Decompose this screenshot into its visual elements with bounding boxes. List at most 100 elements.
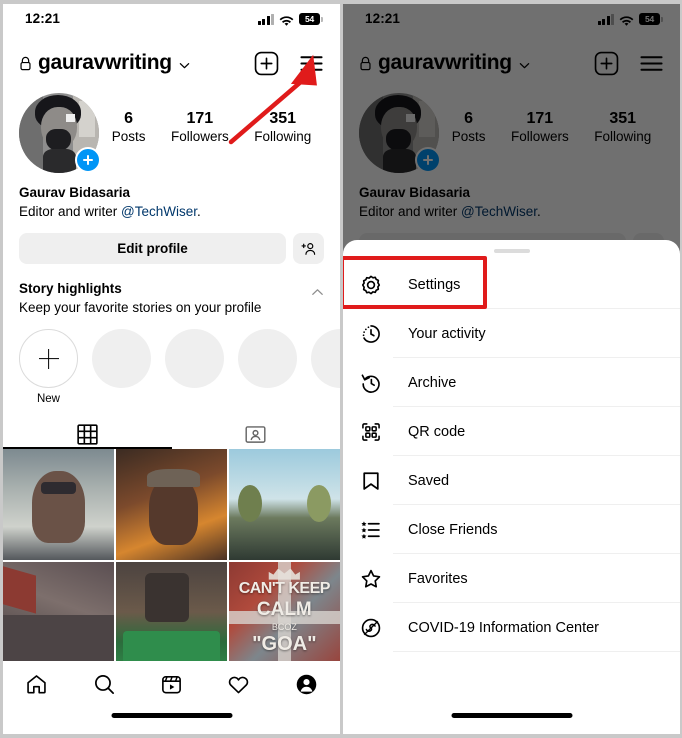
tab-grid[interactable] — [3, 419, 172, 449]
menu-item-qr-code[interactable]: QR code — [343, 407, 680, 456]
highlight-placeholder[interactable] — [92, 329, 151, 405]
activity-tab[interactable] — [227, 673, 250, 701]
profile-username[interactable]: gauravwriting — [38, 51, 172, 75]
chevron-up-icon[interactable] — [311, 286, 324, 299]
menu-item-label: Archive — [408, 374, 457, 391]
star-icon — [359, 567, 382, 590]
stat-followers[interactable]: 171 Followers — [171, 109, 229, 146]
stat-label: Following — [254, 129, 312, 144]
archive-clock-back-icon — [359, 371, 382, 394]
add-highlight-circle — [19, 329, 78, 388]
wifi-icon — [279, 14, 294, 26]
lock-icon — [19, 56, 32, 71]
cellular-signal-icon — [257, 13, 274, 25]
grid-photo[interactable]: CAN'T KEEP CALM BCOZ "GOA" — [228, 561, 340, 674]
bookmark-icon — [359, 469, 382, 492]
plus-circle-badge[interactable] — [75, 147, 101, 173]
profile-header: gauravwriting — [3, 41, 340, 85]
profile-icon — [296, 674, 317, 695]
stat-label: Posts — [111, 129, 146, 144]
bio-suffix: . — [197, 204, 201, 219]
menu-item-favorites[interactable]: Favorites — [343, 554, 680, 603]
menu-item-your-activity[interactable]: Your activity — [343, 309, 680, 358]
status-bar-indicators: 54 — [257, 13, 323, 26]
edit-profile-button[interactable]: Edit profile — [19, 233, 286, 264]
phone-screen-menu: 12:21 54 gauravwriting — [343, 4, 680, 734]
reels-icon — [162, 676, 181, 694]
menu-item-label: Close Friends — [408, 521, 498, 538]
close-friends-list-icon — [359, 518, 382, 541]
reels-tab[interactable] — [160, 673, 183, 701]
menu-item-label: Saved — [408, 472, 450, 489]
grid-photo[interactable] — [228, 449, 340, 561]
story-highlights-row: New — [3, 317, 340, 405]
photo-overlay-text: CAN'T KEEP CALM BCOZ "GOA" — [229, 562, 340, 673]
menu-item-close-friends[interactable]: Close Friends — [343, 505, 680, 554]
avatar[interactable] — [19, 93, 101, 173]
bio-mention-link[interactable]: @TechWiser — [121, 204, 197, 219]
stat-label: Followers — [170, 129, 229, 144]
search-tab[interactable] — [93, 673, 116, 701]
profile-tab[interactable] — [295, 673, 318, 701]
tagged-person-icon — [245, 425, 266, 443]
grid-icon — [77, 423, 98, 445]
add-person-icon — [300, 242, 315, 255]
profile-bio-text: Editor and writer @TechWiser. — [19, 202, 324, 221]
stat-posts[interactable]: 6 Posts — [112, 109, 146, 146]
battery-icon: 54 — [299, 13, 323, 25]
settings-gear-icon — [359, 273, 382, 296]
menu-item-archive[interactable]: Archive — [343, 358, 680, 407]
grid-photo[interactable] — [115, 561, 228, 674]
stat-value: 171 — [186, 110, 214, 127]
grid-photo[interactable] — [3, 561, 115, 674]
story-highlights-header: Story highlights Keep your favorite stor… — [3, 264, 340, 317]
bottom-navigation — [3, 661, 340, 734]
poster-line-1: CAN'T KEEP — [238, 580, 331, 598]
menu-item-covid-info[interactable]: COVID-19 Information Center — [343, 603, 680, 652]
status-bar: 12:21 54 — [3, 4, 340, 34]
highlight-placeholder[interactable] — [165, 329, 224, 405]
covid-info-icon — [359, 616, 382, 639]
profile-bio: Gaurav Bidasaria Editor and writer @Tech… — [3, 173, 340, 221]
menu-item-saved[interactable]: Saved — [343, 456, 680, 505]
highlight-new[interactable]: New — [19, 329, 78, 405]
grid-photo[interactable] — [3, 449, 115, 561]
clock-activity-icon — [359, 322, 382, 345]
plus-square-icon[interactable] — [254, 51, 279, 76]
screenshot-stage: 12:21 54 gauravwriting 6 Posts 171 Follo… — [0, 0, 682, 738]
battery-level-text: 54 — [299, 13, 320, 25]
photo-grid: CAN'T KEEP CALM BCOZ "GOA" — [3, 449, 340, 674]
status-bar-clock: 12:21 — [25, 11, 61, 26]
bio-prefix: Editor and writer — [19, 204, 122, 219]
menu-list: Settings Your activity Archive QR code S… — [343, 256, 680, 652]
drag-handle[interactable] — [493, 249, 530, 253]
menu-item-label: Favorites — [408, 570, 468, 587]
profile-full-name: Gaurav Bidasaria — [19, 185, 131, 200]
highlight-placeholder[interactable] — [238, 329, 297, 405]
phone-screen-profile: 12:21 54 gauravwriting 6 Posts 171 Follo… — [3, 4, 340, 734]
menu-item-label: Your activity — [408, 325, 486, 342]
tab-tagged[interactable] — [172, 419, 341, 449]
menu-item-settings[interactable]: Settings — [343, 256, 680, 309]
home-icon — [27, 675, 46, 694]
profile-tabs — [3, 419, 340, 449]
home-tab[interactable] — [25, 673, 48, 701]
grid-photo[interactable] — [115, 449, 228, 561]
poster-line-3: BCOZ — [271, 622, 297, 633]
hamburger-menu-icon[interactable] — [299, 51, 324, 76]
stat-following[interactable]: 351 Following — [254, 109, 311, 146]
menu-divider — [393, 651, 680, 652]
stat-value: 351 — [269, 110, 297, 127]
stats-counts: 6 Posts 171 Followers 351 Following — [99, 93, 324, 146]
chevron-down-icon[interactable] — [179, 58, 190, 69]
add-person-button[interactable] — [293, 233, 324, 264]
heart-icon — [229, 676, 249, 694]
menu-item-label: Settings — [408, 276, 461, 293]
search-icon — [94, 675, 114, 694]
poster-line-2: CALM — [256, 599, 312, 621]
highlight-label: New — [36, 393, 60, 405]
highlight-placeholder[interactable] — [311, 329, 340, 405]
home-indicator — [451, 713, 572, 718]
story-highlights-title: Story highlights — [19, 281, 122, 296]
qr-code-icon — [359, 420, 382, 443]
